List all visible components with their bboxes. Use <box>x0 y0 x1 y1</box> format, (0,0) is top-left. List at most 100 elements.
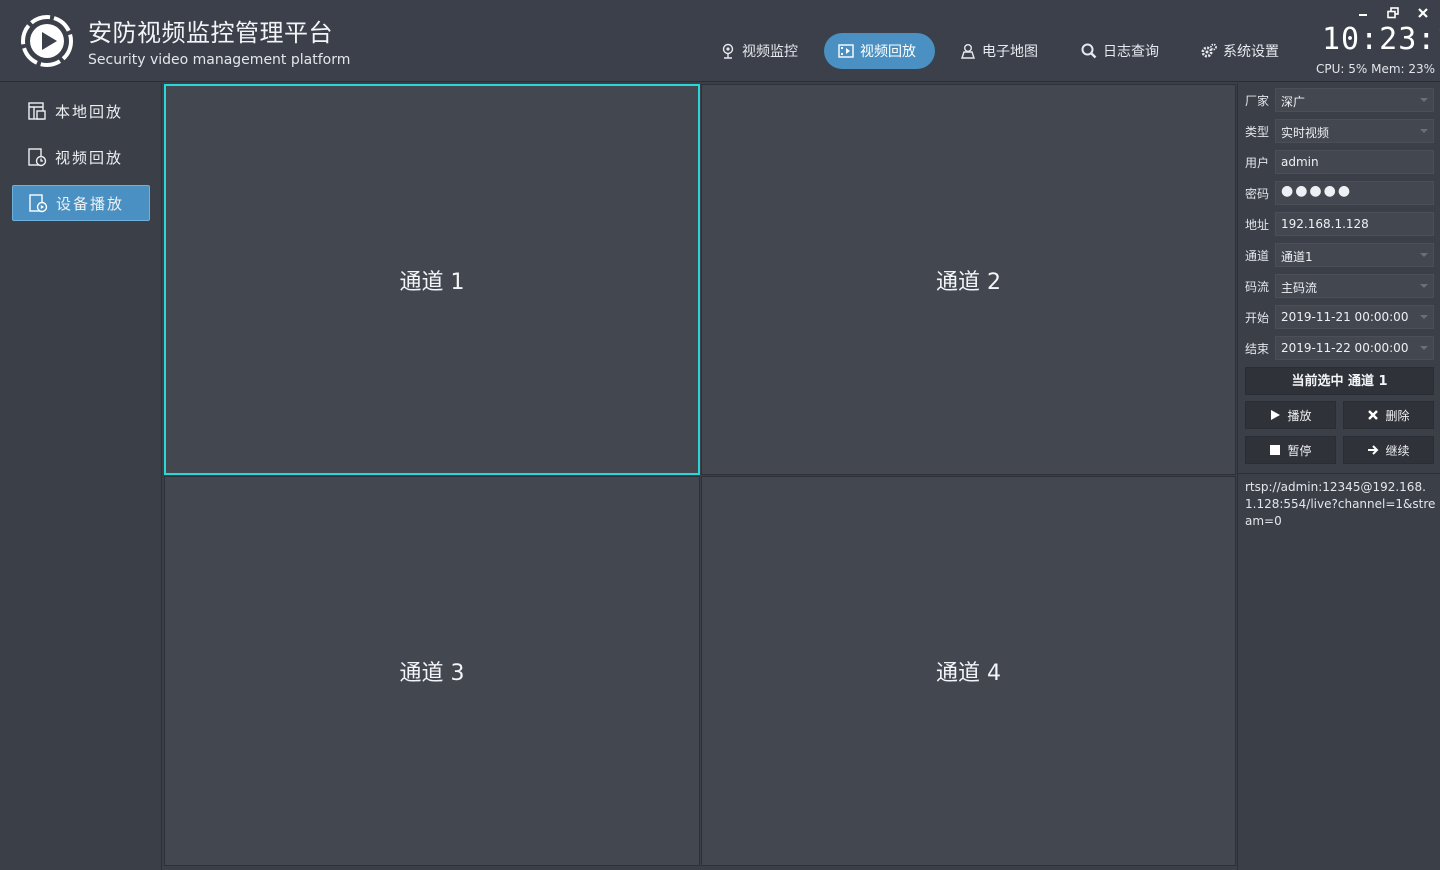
end-value: 2019-11-22 00:00:00 <box>1281 341 1409 355</box>
stream-value: 主码流 <box>1281 281 1318 295</box>
start-row: 开始 2019-11-21 00:00:00 <box>1245 305 1434 329</box>
local-playback-icon <box>28 102 46 120</box>
title-bar: 安防视频监控管理平台 Security video management pla… <box>0 0 1440 82</box>
start-label: 开始 <box>1245 311 1270 325</box>
address-label: 地址 <box>1245 218 1270 232</box>
channel-select[interactable]: 通道1 <box>1275 243 1434 267</box>
user-field[interactable]: admin <box>1275 150 1434 174</box>
camera-icon <box>722 43 734 59</box>
channel-row: 通道 通道1 <box>1245 243 1434 267</box>
channel-label: 通道 2 <box>936 269 1001 295</box>
channel-label: 通道 1 <box>399 269 465 295</box>
close-icon <box>1368 410 1379 420</box>
sidebar: 本地回放 视频回放 设备播放 <box>0 83 162 870</box>
user-label: 用户 <box>1245 156 1270 170</box>
chevron-down-icon <box>1420 315 1428 319</box>
address-row: 地址 192.168.1.128 <box>1245 212 1434 236</box>
chevron-down-icon <box>1420 346 1428 350</box>
play-logo-icon <box>21 15 73 67</box>
search-icon <box>1081 43 1097 59</box>
arrow-right-icon <box>1368 445 1379 455</box>
play-icon <box>1271 410 1281 420</box>
password-row: 密码 ●●●●● <box>1245 181 1434 205</box>
password-label: 密码 <box>1245 187 1270 201</box>
video-channel-3[interactable]: 通道 3 <box>164 476 700 866</box>
type-label: 类型 <box>1245 125 1270 139</box>
channel-label: 通道 3 <box>399 661 465 686</box>
vendor-label: 厂家 <box>1245 94 1270 108</box>
film-icon <box>838 44 854 58</box>
chevron-down-icon <box>1420 98 1428 102</box>
nav-label: 系统设置 <box>1223 44 1279 60</box>
sidebar-item-label: 设备播放 <box>56 194 125 213</box>
vendor-row: 厂家 深广 <box>1245 88 1434 112</box>
user-map-icon <box>961 44 975 59</box>
password-field[interactable]: ●●●●● <box>1275 181 1434 205</box>
app-title: 安防视频监控管理平台 <box>88 19 333 47</box>
nav-label: 视频回放 <box>860 44 916 60</box>
cpu-mem-readout: CPU: 5% Mem: 23% <box>1316 62 1436 76</box>
nav-label: 视频监控 <box>742 44 798 60</box>
close-button[interactable] <box>1414 4 1432 22</box>
continue-button[interactable]: 继续 <box>1343 436 1434 464</box>
vendor-value: 深广 <box>1281 95 1306 109</box>
delete-button[interactable]: 删除 <box>1343 401 1434 429</box>
type-select[interactable]: 实时视频 <box>1275 119 1434 143</box>
play-label: 播放 <box>1287 408 1312 423</box>
type-value: 实时视频 <box>1281 126 1330 140</box>
clock: 10:23:11 <box>1322 22 1440 57</box>
video-channel-4[interactable]: 通道 4 <box>701 476 1236 866</box>
delete-label: 删除 <box>1385 408 1410 423</box>
sidebar-item-local-playback[interactable]: 本地回放 <box>12 93 150 129</box>
end-row: 结束 2019-11-22 00:00:00 <box>1245 336 1434 360</box>
device-playback-icon <box>29 194 48 213</box>
sidebar-item-device-playback[interactable]: 设备播放 <box>12 185 150 221</box>
pause-button[interactable]: 暂停 <box>1245 436 1336 464</box>
user-row: 用户 admin <box>1245 150 1434 174</box>
close-icon <box>1418 8 1428 18</box>
video-channel-1[interactable]: 通道 1 <box>164 84 700 475</box>
nav-log-query[interactable]: 日志查询 <box>1067 33 1173 69</box>
play-button[interactable]: 播放 <box>1245 401 1336 429</box>
sidebar-item-label: 本地回放 <box>55 102 124 121</box>
nav-video-monitor[interactable]: 视频监控 <box>706 33 812 69</box>
end-label: 结束 <box>1245 342 1270 356</box>
video-playback-icon <box>28 148 47 167</box>
video-grid: 通道 1 通道 2 通道 3 通道 4 <box>164 84 1236 866</box>
nav-label: 电子地图 <box>982 44 1038 60</box>
address-value: 192.168.1.128 <box>1281 217 1369 231</box>
stream-label: 码流 <box>1245 280 1270 294</box>
channel-label: 通道 <box>1245 249 1270 263</box>
nav-video-playback[interactable]: 视频回放 <box>824 33 935 69</box>
rtsp-url: rtsp://admin:12345@192.168.1.128:554/liv… <box>1245 480 1436 528</box>
chevron-down-icon <box>1420 129 1428 133</box>
nav-system-settings[interactable]: 系统设置 <box>1187 33 1293 69</box>
start-value: 2019-11-21 00:00:00 <box>1281 310 1409 324</box>
gear-icon <box>1201 43 1217 58</box>
video-channel-2[interactable]: 通道 2 <box>701 84 1236 475</box>
stream-select[interactable]: 主码流 <box>1275 274 1434 298</box>
start-datetime[interactable]: 2019-11-21 00:00:00 <box>1275 305 1434 329</box>
divider <box>1238 473 1440 474</box>
sidebar-item-label: 视频回放 <box>55 148 124 167</box>
channel-value: 通道1 <box>1281 250 1313 264</box>
nav-label: 日志查询 <box>1103 44 1159 60</box>
end-datetime[interactable]: 2019-11-22 00:00:00 <box>1275 336 1434 360</box>
address-field[interactable]: 192.168.1.128 <box>1275 212 1434 236</box>
channel-label: 通道 4 <box>936 661 1001 686</box>
continue-label: 继续 <box>1385 443 1410 458</box>
user-value: admin <box>1281 155 1319 169</box>
sidebar-item-video-playback[interactable]: 视频回放 <box>12 139 150 175</box>
settings-panel: 厂家 深广 类型 实时视频 用户 admin 密码 ●●●●● 地址 192.1… <box>1237 83 1440 870</box>
nav-emap[interactable]: 电子地图 <box>946 33 1052 69</box>
minimize-icon <box>1359 14 1367 16</box>
stream-row: 码流 主码流 <box>1245 274 1434 298</box>
minimize-button[interactable] <box>1354 4 1372 22</box>
password-value: ●●●●● <box>1281 183 1353 199</box>
vendor-select[interactable]: 深广 <box>1275 88 1434 112</box>
current-selection-label: 当前选中 通道 1 <box>1245 367 1434 395</box>
chevron-down-icon <box>1420 284 1428 288</box>
stop-icon <box>1270 445 1281 455</box>
restore-button[interactable] <box>1384 4 1402 22</box>
pause-label: 暂停 <box>1287 443 1312 458</box>
